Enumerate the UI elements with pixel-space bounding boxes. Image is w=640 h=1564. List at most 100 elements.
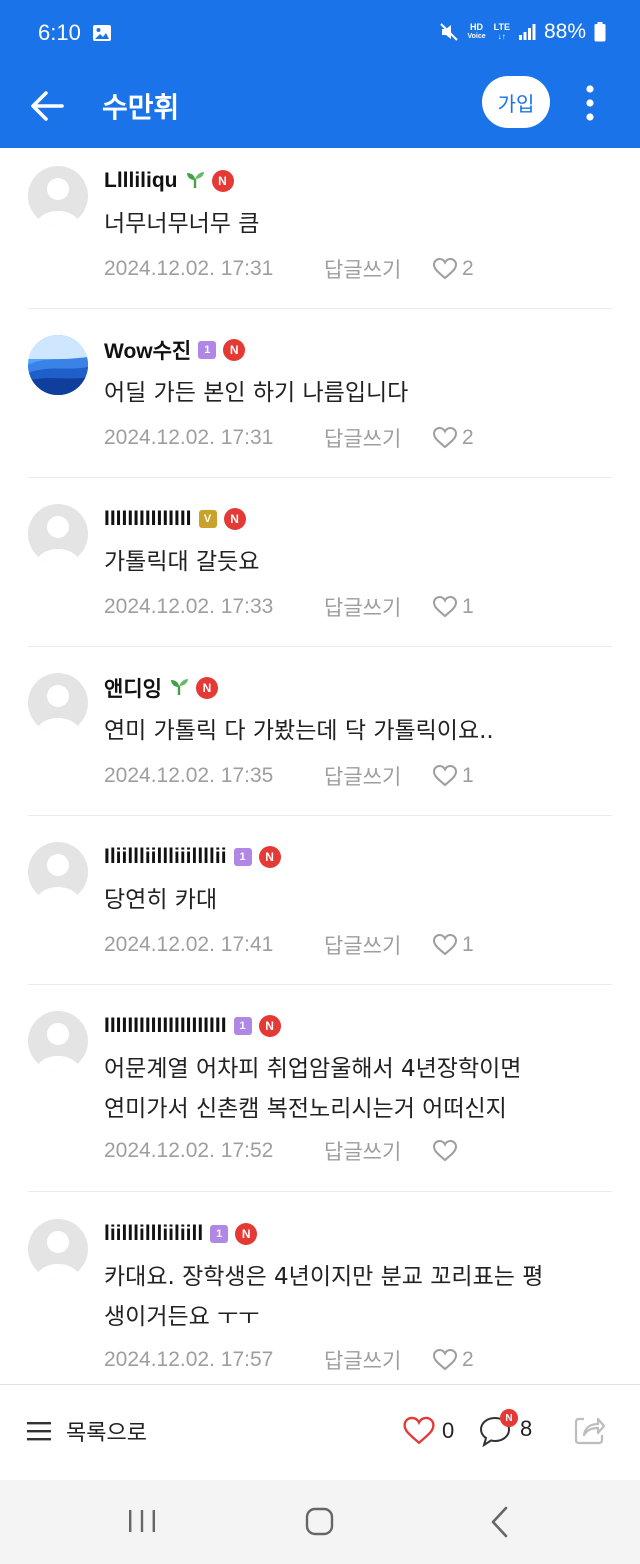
- comment-header: 앤디잉 N: [104, 673, 218, 703]
- new-badge: N: [258, 846, 281, 868]
- heart-outline-icon: [432, 933, 458, 956]
- comment-meta: 2024.12.02. 17:52 답글쓰기: [104, 1136, 462, 1166]
- comment-like-button[interactable]: 1: [432, 595, 474, 619]
- post-like-button[interactable]: 0: [402, 1415, 454, 1447]
- reply-button[interactable]: 답글쓰기: [324, 423, 432, 453]
- comment-author[interactable]: IIIIIIIIIIIIIIIIIIIII: [104, 1014, 227, 1038]
- reply-button[interactable]: 답글쓰기: [324, 1345, 432, 1375]
- new-badge: N: [195, 677, 218, 699]
- divider: [28, 815, 612, 816]
- divider: [28, 477, 612, 478]
- avatar-default[interactable]: [28, 166, 88, 226]
- comment-like-button[interactable]: [432, 1139, 462, 1163]
- sprout-icon: [169, 677, 189, 699]
- mountain-landscape-image: [28, 335, 88, 395]
- chevron-left-icon: [491, 1506, 508, 1538]
- comment-item: IIIIIIIIIIIIIIIIIIIII 1 N 어문계열 어차피 취업암울해…: [0, 993, 640, 1193]
- home-button[interactable]: [298, 1504, 342, 1540]
- comment-header: Wow수진 1 N: [104, 335, 246, 365]
- comment-item: IIIIIIIIIIIIIII V N 가톨릭대 갈듯요 2024.12.02.…: [0, 486, 640, 647]
- level-badge: V: [198, 510, 217, 528]
- comment-like-button[interactable]: 2: [432, 1348, 474, 1372]
- comment-like-button[interactable]: 1: [432, 933, 474, 957]
- comment-like-button[interactable]: 1: [432, 764, 474, 788]
- reply-button[interactable]: 답글쓰기: [324, 1136, 432, 1166]
- comment-author[interactable]: IIIIIIIIIIIIIII: [104, 507, 192, 531]
- comment-author[interactable]: Iliillliillliiillllii: [104, 845, 227, 869]
- comment-date: 2024.12.02. 17:35: [104, 764, 274, 787]
- avatar-default[interactable]: [28, 1011, 88, 1071]
- comment-header: IIIIIIIIIIIIIIIIIIIII 1 N: [104, 1011, 281, 1041]
- join-button[interactable]: 가입: [482, 76, 550, 128]
- comment-text: 어딜 가든 본인 하기 나름입니다: [104, 380, 409, 406]
- mute-icon: [439, 22, 459, 42]
- back-to-list-button[interactable]: 목록으로: [26, 1415, 147, 1447]
- comment-text-line: 생이거든요 ㅜㅜ: [104, 1304, 260, 1330]
- avatar-profile[interactable]: [28, 335, 88, 395]
- back-button[interactable]: [26, 84, 70, 128]
- comment-header: Iliillliillliiillllii 1 N: [104, 842, 281, 872]
- comment-meta: 2024.12.02. 17:35 답글쓰기 1: [104, 761, 474, 791]
- system-back-button[interactable]: [478, 1504, 522, 1540]
- new-badge: N: [223, 339, 246, 361]
- avatar-default[interactable]: [28, 842, 88, 902]
- recent-apps-button[interactable]: [120, 1504, 164, 1540]
- system-navigation-bar: [0, 1480, 640, 1564]
- user-silhouette-icon: [36, 1231, 80, 1279]
- divider: [28, 1191, 612, 1192]
- comment-meta: 2024.12.02. 17:57 답글쓰기 2: [104, 1345, 474, 1375]
- comment-like-button[interactable]: 2: [432, 257, 474, 281]
- user-silhouette-icon: [36, 854, 80, 902]
- user-silhouette-icon: [36, 1023, 80, 1071]
- comment-author[interactable]: Lllliliqu: [104, 169, 178, 193]
- more-options-button[interactable]: [578, 82, 602, 124]
- avatar-default[interactable]: [28, 1219, 88, 1279]
- status-indicators: HD Voice LTE ↓↑ 88%: [439, 20, 606, 44]
- hd-voice-indicator: HD Voice: [467, 22, 486, 41]
- comment-bubble-icon: N: [478, 1409, 518, 1447]
- comment-text-line: 카대요. 장학생은 4년이지만 분교 꼬리표는 평: [104, 1264, 544, 1290]
- comment-date: 2024.12.02. 17:41: [104, 933, 274, 956]
- comment-text: 어문계열 어차피 취업암울해서 4년장학이면 연미가서 신촌캠 복전노리시는거 …: [104, 1049, 614, 1129]
- heart-outline-icon: [432, 1348, 458, 1371]
- heart-outline-icon: [432, 595, 458, 618]
- post-comment-button[interactable]: N 8: [478, 1409, 532, 1447]
- comment-header: liilllillliiliill 1 N: [104, 1219, 258, 1249]
- reply-button[interactable]: 답글쓰기: [324, 254, 432, 284]
- comment-meta: 2024.12.02. 17:33 답글쓰기 1: [104, 592, 474, 622]
- comment-like-button[interactable]: 2: [432, 426, 474, 450]
- comment-date: 2024.12.02. 17:52: [104, 1139, 274, 1162]
- home-icon: [305, 1507, 334, 1536]
- comment-date: 2024.12.02. 17:57: [104, 1348, 274, 1371]
- comment-author[interactable]: liilllillliiliill: [104, 1222, 203, 1246]
- comment-author[interactable]: 앤디잉: [104, 673, 162, 703]
- comment-like-count: 2: [462, 426, 474, 449]
- new-badge: N: [223, 508, 246, 530]
- comment-item: Wow수진 1 N 어딜 가든 본인 하기 나름입니다 2024.12.02. …: [0, 317, 640, 478]
- new-badge: N: [211, 170, 234, 192]
- comment-header: IIIIIIIIIIIIIII V N: [104, 504, 246, 534]
- divider: [28, 646, 612, 647]
- heart-outline-icon: [403, 1416, 435, 1445]
- reply-button[interactable]: 답글쓰기: [324, 930, 432, 960]
- comment-meta: 2024.12.02. 17:31 답글쓰기 2: [104, 423, 474, 453]
- heart-outline-icon: [432, 764, 458, 787]
- reply-button[interactable]: 답글쓰기: [324, 761, 432, 791]
- status-bar: 6:10 HD Voice LTE ↓↑ 88%: [0, 0, 640, 68]
- comment-text: 너무너무너무 큼: [104, 211, 260, 237]
- share-button[interactable]: [572, 1413, 606, 1451]
- comment-author[interactable]: Wow수진: [104, 335, 191, 365]
- comment-like-count: 1: [462, 933, 474, 956]
- battery-percent: 88%: [543, 20, 586, 43]
- reply-button[interactable]: 답글쓰기: [324, 592, 432, 622]
- user-silhouette-icon: [36, 685, 80, 733]
- sprout-icon: [185, 170, 205, 192]
- level-badge: 1: [233, 1017, 252, 1035]
- comment-like-count: 2: [462, 1348, 474, 1371]
- avatar-default[interactable]: [28, 673, 88, 733]
- back-to-list-label: 목록으로: [66, 1421, 147, 1446]
- avatar-default[interactable]: [28, 504, 88, 564]
- comment-date: 2024.12.02. 17:31: [104, 426, 274, 449]
- heart-outline-icon: [432, 426, 458, 449]
- comment-text: 당연히 카대: [104, 887, 218, 913]
